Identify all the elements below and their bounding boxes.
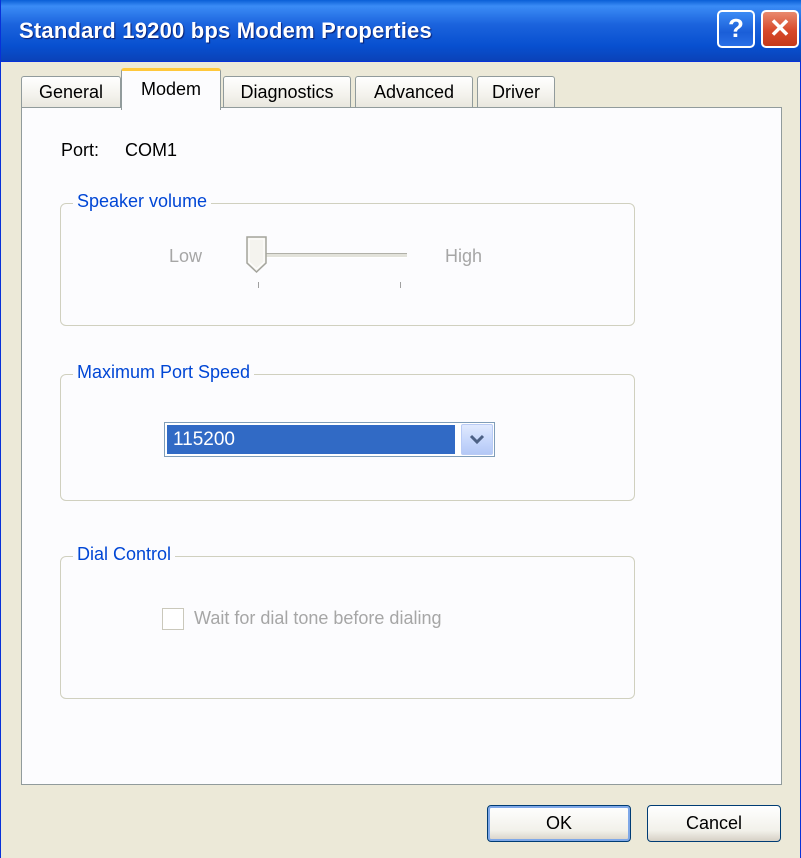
tab-strip: General Modem Diagnostics Advanced Drive…	[21, 66, 781, 110]
port-speed-select[interactable]: 115200	[164, 422, 495, 457]
port-speed-selected-value: 115200	[167, 425, 455, 454]
port-speed-dropdown-button[interactable]	[461, 424, 493, 455]
speaker-volume-group: Speaker volume	[60, 191, 635, 326]
slider-low-label: Low	[169, 246, 203, 266]
dial-control-legend: Dial Control	[73, 544, 176, 565]
port-label: Port:	[61, 140, 100, 160]
tab-general[interactable]: General	[21, 76, 121, 108]
slider-thumb-icon	[246, 236, 267, 274]
port-speed-legend: Maximum Port Speed	[73, 362, 255, 383]
slider-high-label: High	[445, 246, 483, 266]
slider-tick-high	[400, 282, 401, 288]
volume-slider[interactable]	[245, 236, 269, 279]
cancel-button[interactable]: Cancel	[647, 805, 781, 842]
tab-driver[interactable]: Driver	[477, 76, 555, 108]
tab-modem[interactable]: Modem	[121, 68, 221, 110]
close-icon: ✕	[769, 13, 791, 43]
dialog-window: Standard 19200 bps Modem Properties ? ✕ …	[0, 0, 801, 858]
wait-for-dial-tone-checkbox[interactable]	[162, 608, 184, 630]
help-button[interactable]: ?	[717, 10, 755, 48]
tab-diagnostics[interactable]: Diagnostics	[223, 76, 351, 108]
chevron-down-icon	[469, 434, 485, 445]
close-button[interactable]: ✕	[761, 10, 799, 48]
help-icon: ?	[728, 13, 744, 43]
port-value: COM1	[125, 140, 178, 160]
wait-for-dial-tone-label: Wait for dial tone before dialing	[194, 608, 442, 628]
tab-advanced[interactable]: Advanced	[355, 76, 473, 108]
slider-tick-low	[258, 282, 259, 288]
title-bar[interactable]: Standard 19200 bps Modem Properties ? ✕	[1, 0, 801, 62]
speaker-volume-legend: Speaker volume	[73, 191, 212, 212]
window-title: Standard 19200 bps Modem Properties	[19, 18, 432, 43]
volume-slider-track	[253, 253, 407, 258]
ok-button[interactable]: OK	[487, 805, 631, 842]
